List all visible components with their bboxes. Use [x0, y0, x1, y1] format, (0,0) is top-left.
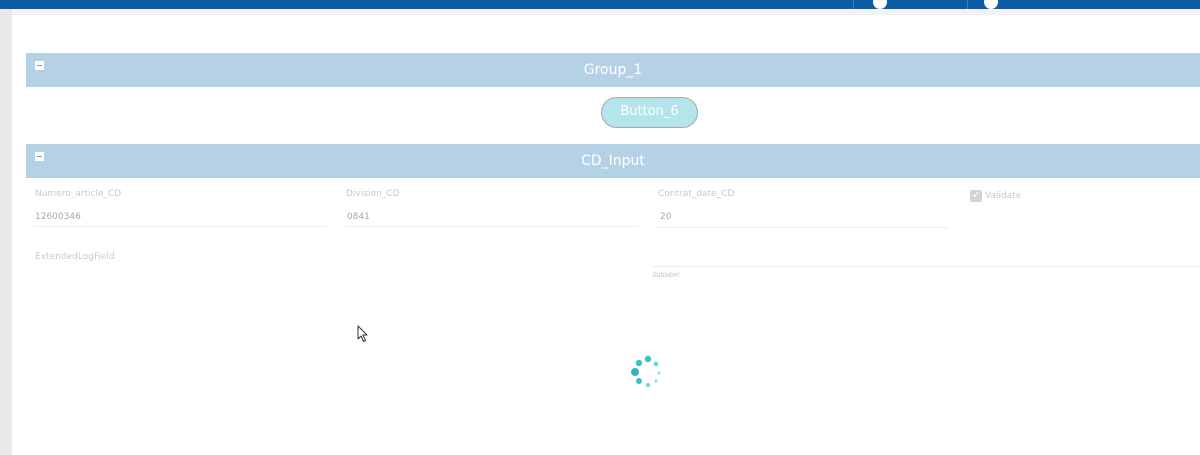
contrat-date-label: Contrat_date_CD	[658, 189, 735, 199]
mouse-cursor-icon	[357, 325, 368, 342]
user-icon[interactable]	[984, 0, 998, 9]
extended-log-label: ExtendedLogField	[35, 252, 115, 262]
cd-input-title: CD_Input	[581, 153, 645, 169]
validate-checkbox[interactable]: ✓	[970, 190, 982, 202]
button-6[interactable]: Button_6	[601, 97, 698, 128]
division-input[interactable]: 0841	[347, 212, 370, 222]
division-label: Division_CD	[346, 189, 400, 199]
group-1-header[interactable]: Group_1	[26, 53, 1200, 87]
division-underline	[345, 226, 638, 227]
contrat-date-input[interactable]: 20	[660, 212, 671, 222]
numero-article-label: Numero_article_CD	[35, 189, 122, 199]
sublabel-text: Sublabel	[652, 272, 680, 279]
user-icon[interactable]	[873, 0, 887, 9]
validate-label: Validate	[985, 191, 1022, 201]
contrat-date-underline	[656, 227, 947, 228]
cd-input-header[interactable]: CD_Input	[26, 144, 1200, 178]
extended-log-underline	[652, 266, 1200, 267]
loading-spinner-icon	[631, 355, 661, 387]
numero-article-underline	[34, 226, 327, 227]
topbar-divider	[853, 0, 854, 9]
numero-article-input[interactable]: 12600346	[35, 212, 81, 222]
top-navigation-bar	[0, 0, 1200, 9]
topbar-divider	[967, 0, 968, 9]
group-1-title: Group_1	[583, 62, 643, 78]
left-frame-border	[0, 9, 12, 455]
